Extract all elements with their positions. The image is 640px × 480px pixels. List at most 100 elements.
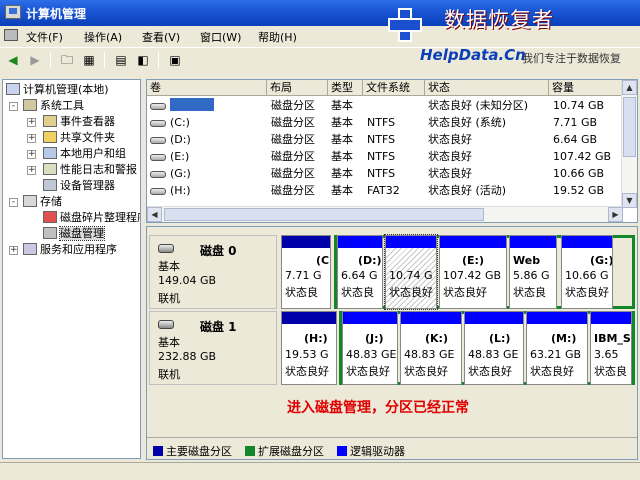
tree-expander[interactable]: + — [27, 118, 36, 127]
table-row[interactable]: (C:) 磁盘分区 基本 NTFS 状态良好 (系统) 7.71 GB — [147, 114, 623, 131]
capacity-cell: 7.71 GB — [553, 116, 598, 129]
help-icon[interactable]: ◧ — [134, 52, 152, 68]
tree-item-defrag[interactable]: 磁盘碎片整理程序 — [43, 210, 140, 226]
back-arrow-icon[interactable]: ◀ — [4, 52, 22, 68]
scrollbar-thumb[interactable] — [623, 97, 636, 157]
tree-expander[interactable]: + — [27, 150, 36, 159]
shared-folder-icon — [43, 131, 57, 143]
table-row[interactable]: (E:) 磁盘分区 基本 NTFS 状态良好 107.42 GB — [147, 148, 623, 165]
tree-item-storage[interactable]: 存储 — [23, 194, 62, 210]
tree-item-local-users[interactable]: 本地用户和组 — [43, 146, 126, 162]
partition-l[interactable]: (L:) 48.83 GE 状态良好 — [464, 311, 524, 385]
partition-ibm[interactable]: IBM_S 3.65 状态良 — [590, 311, 632, 385]
tree-expander[interactable]: - — [9, 198, 18, 207]
disk-row[interactable]: 磁盘 1 基本 232.88 GB 联机 (H:) 19.53 G 状态良好 (… — [149, 311, 635, 385]
volume-name — [170, 98, 214, 111]
partition-d[interactable]: (D:) 6.64 G 状态良 — [337, 235, 383, 309]
tree-expander[interactable]: + — [27, 134, 36, 143]
menu-view[interactable]: 查看(V) — [142, 29, 180, 45]
volume-list-header: 卷 布局 类型 文件系统 状态 容量 — [147, 80, 637, 96]
partition-e[interactable]: (E:) 107.42 GB 状态良好 — [439, 235, 507, 309]
table-row[interactable]: (D:) 磁盘分区 基本 NTFS 状态良好 6.64 GB — [147, 131, 623, 148]
scroll-down-arrow-icon[interactable]: ▼ — [622, 193, 637, 208]
column-header-status[interactable]: 状态 — [425, 80, 549, 96]
vertical-scrollbar[interactable]: ▲ ▼ — [621, 80, 637, 208]
partition-status: 状态良好 — [404, 365, 448, 378]
scroll-up-arrow-icon[interactable]: ▲ — [622, 80, 637, 95]
logical-drive-band — [591, 312, 631, 324]
table-row[interactable]: (H:) 磁盘分区 基本 FAT32 状态良好 (活动) 19.52 GB — [147, 182, 623, 199]
partition-h[interactable]: (H:) 19.53 G 状态良好 — [281, 311, 337, 385]
table-row[interactable]: 磁盘分区 基本 状态良好 (未知分区) 10.74 GB — [147, 97, 623, 114]
volume-cell: (H:) — [150, 182, 191, 199]
column-header-capacity[interactable]: 容量 — [549, 80, 623, 96]
extended-partition[interactable]: (J:) 48.83 GE 状态良好 (K:) 48.83 GE 状态良好 (L… — [339, 311, 635, 385]
partition-label: (G:) — [590, 254, 613, 267]
capacity-cell: 10.74 GB — [553, 99, 605, 112]
partition-size: 107.42 GB — [443, 269, 502, 282]
type-cell: 基本 — [331, 133, 353, 146]
status-cell: 状态良好 — [428, 167, 472, 180]
volume-name: (E:) — [170, 150, 190, 163]
partition-j[interactable]: (J:) 48.83 GE 状态良好 — [342, 311, 398, 385]
status-cell: 状态良好 (系统) — [428, 116, 507, 129]
column-header-layout[interactable]: 布局 — [267, 80, 328, 96]
partition-m[interactable]: (M:) 63.21 GB 状态良好 — [526, 311, 588, 385]
tree-item-system-tools[interactable]: 系统工具 — [23, 98, 84, 114]
menu-action[interactable]: 操作(A) — [84, 29, 122, 45]
export-list-icon[interactable]: ▣ — [166, 52, 184, 68]
partition-c[interactable]: (C:) 7.71 G 状态良 — [281, 235, 331, 309]
disk-info[interactable]: 磁盘 1 基本 232.88 GB 联机 — [149, 311, 277, 385]
extended-partition[interactable]: (D:) 6.64 G 状态良 10.74 G 状态良好 (E:) 107.42… — [334, 234, 635, 310]
capacity-cell: 107.42 GB — [553, 150, 612, 163]
partition-web[interactable]: Web 5.86 G 状态良 — [509, 235, 557, 309]
menu-file[interactable]: 文件(F) — [26, 29, 63, 45]
menu-window[interactable]: 窗口(W) — [200, 29, 241, 45]
disk-graphical-view[interactable]: 磁盘 0 基本 149.04 GB 联机 (C:) 7.71 G 状态良 (D:… — [146, 226, 638, 460]
tree-root[interactable]: 计算机管理(本地) — [6, 82, 109, 98]
column-header-volume[interactable]: 卷 — [147, 80, 267, 96]
show-tree-icon[interactable]: ▦ — [80, 52, 98, 68]
scroll-left-arrow-icon[interactable]: ◀ — [147, 207, 162, 222]
tree-item-disk-management[interactable]: 磁盘管理 — [43, 226, 105, 242]
forward-arrow-icon[interactable]: ▶ — [26, 52, 44, 68]
menu-help[interactable]: 帮助(H) — [258, 29, 297, 45]
disk-info[interactable]: 磁盘 0 基本 149.04 GB 联机 — [149, 235, 277, 309]
tree-expander[interactable]: + — [9, 246, 18, 255]
primary-partition-band — [282, 236, 330, 248]
partition-label: (H:) — [304, 332, 328, 345]
tree-expander[interactable]: - — [9, 102, 18, 111]
disk-row[interactable]: 磁盘 0 基本 149.04 GB 联机 (C:) 7.71 G 状态良 (D:… — [149, 234, 635, 310]
tree-item-event-viewer[interactable]: 事件查看器 — [43, 114, 115, 130]
performance-icon — [43, 163, 57, 175]
logical-drive-band — [343, 312, 397, 324]
properties-icon[interactable]: ▤ — [112, 52, 130, 68]
computer-management-icon — [5, 5, 21, 19]
table-row[interactable]: (G:) 磁盘分区 基本 NTFS 状态良好 10.66 GB — [147, 165, 623, 182]
partition-g[interactable]: (G:) 10.66 G 状态良好 — [561, 235, 613, 309]
column-header-type[interactable]: 类型 — [328, 80, 363, 96]
tree-item-device-manager[interactable]: 设备管理器 — [43, 178, 115, 194]
console-tree[interactable]: 计算机管理(本地) - 系统工具 + 事件查看器 + 共享文件夹 + 本地用户和… — [2, 79, 141, 459]
disk-state: 联机 — [158, 368, 180, 381]
up-folder-icon[interactable]: 🗀 — [58, 52, 76, 68]
system-menu-icon[interactable] — [4, 29, 18, 41]
menu-bar: 文件(F) 操作(A) 查看(V) 窗口(W) 帮助(H) — [0, 26, 380, 46]
horizontal-scrollbar[interactable]: ◀ ▶ — [147, 206, 623, 222]
partition-unknown[interactable]: 10.74 G 状态良好 — [384, 234, 438, 310]
tree-item-services-apps[interactable]: 服务和应用程序 — [23, 242, 117, 258]
partition-status: 状态良好 — [530, 365, 574, 378]
partition-size: 48.83 GE — [404, 348, 455, 361]
filesystem-cell: NTFS — [367, 133, 396, 146]
filesystem-cell: NTFS — [367, 116, 396, 129]
logical-drive-band — [386, 236, 436, 248]
partition-k[interactable]: (K:) 48.83 GE 状态良好 — [400, 311, 462, 385]
column-header-filesystem[interactable]: 文件系统 — [363, 80, 425, 96]
tree-item-performance-logs[interactable]: 性能日志和警报 — [43, 162, 137, 178]
tree-item-shared-folders[interactable]: 共享文件夹 — [43, 130, 115, 146]
scrollbar-thumb[interactable] — [164, 208, 484, 221]
volume-name: (D:) — [170, 133, 191, 146]
volume-list[interactable]: 卷 布局 类型 文件系统 状态 容量 磁盘分区 基本 状态良好 (未知分区) 1… — [146, 79, 638, 223]
tree-expander[interactable]: + — [27, 166, 36, 175]
scroll-right-arrow-icon[interactable]: ▶ — [608, 207, 623, 222]
